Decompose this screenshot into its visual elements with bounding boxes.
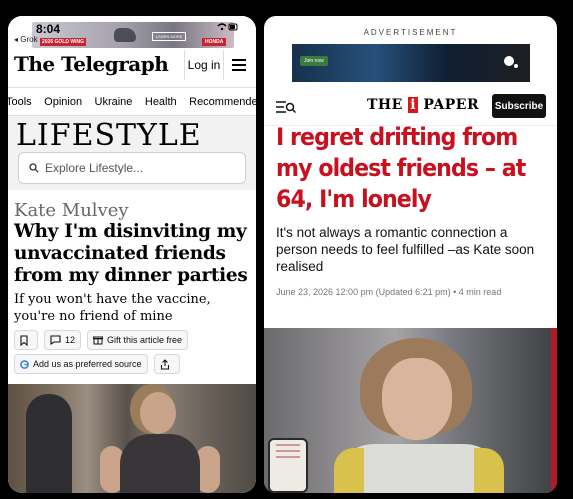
- article-actions: 12 Gift this article free: [14, 330, 189, 350]
- section-nav: Tools Opinion Ukraine Health Recommended: [8, 88, 256, 116]
- read-time: 4 min read: [458, 287, 502, 297]
- gift-article-button[interactable]: Gift this article free: [87, 330, 189, 350]
- gift-icon: [93, 336, 104, 345]
- ipaper-panel: ADVERTISEMENT Join now THE i PAPER Subsc…: [264, 16, 557, 493]
- telegraph-logo[interactable]: The Telegraph: [14, 52, 169, 76]
- article-actions-secondary: Add us as preferred source: [14, 354, 180, 374]
- google-icon: [20, 359, 29, 369]
- motorcycle-image: [114, 28, 136, 42]
- wifi-icon: [216, 22, 238, 35]
- ad-tag: 2026 GOLD WING: [40, 38, 86, 46]
- article-standfirst: It's not always a romantic connection a …: [276, 225, 535, 274]
- ad-join-button[interactable]: Join now: [300, 56, 328, 66]
- preferred-source-button[interactable]: Add us as preferred source: [14, 354, 148, 374]
- article-meta: June 23, 2026 12:00 pm (Updated 6:21 pm)…: [276, 287, 502, 297]
- phone-illustration: [268, 438, 308, 493]
- article-photo: [264, 328, 557, 493]
- comments-button[interactable]: 12: [44, 330, 82, 350]
- author-name[interactable]: Kate Mulvey: [14, 200, 129, 221]
- search-placeholder: Explore Lifestyle...: [45, 161, 144, 175]
- bookmark-button[interactable]: [14, 330, 38, 350]
- subscribe-button[interactable]: Subscribe: [492, 94, 546, 118]
- status-bar: 2026 GOLD WING LEARN MORE HONDA 8:04 ◂ G…: [8, 16, 256, 50]
- search-icon: [29, 163, 39, 173]
- ipaper-logo[interactable]: THE i PAPER: [367, 97, 479, 113]
- article-photo: [8, 384, 256, 493]
- menu-search-icon[interactable]: [276, 100, 296, 114]
- article-headline: I regret drifting from my oldest friends…: [276, 123, 526, 213]
- section-title: LIFESTYLE: [16, 118, 202, 153]
- share-icon: [160, 358, 169, 370]
- preferred-source-label: Add us as preferred source: [33, 359, 142, 369]
- comment-count: 12: [65, 335, 76, 345]
- advertisement-label: ADVERTISEMENT: [363, 28, 458, 37]
- status-time: 8:04: [36, 22, 61, 36]
- nav-item-ukraine[interactable]: Ukraine: [95, 88, 133, 115]
- ipaper-header: THE i PAPER Subscribe: [264, 88, 557, 126]
- lifestyle-section-header: LIFESTYLE Explore Lifestyle...: [8, 116, 256, 190]
- publish-date: June 23, 2026 12:00 pm (Updated 6:21 pm): [276, 287, 451, 297]
- nav-item-health[interactable]: Health: [145, 88, 177, 115]
- honda-ad-banner[interactable]: 2026 GOLD WING LEARN MORE HONDA: [32, 22, 234, 48]
- article-headline: Why I'm disinviting my unvaccinated frie…: [14, 221, 248, 286]
- ad-learn-more-button[interactable]: LEARN MORE: [152, 32, 187, 41]
- nav-item-recommended[interactable]: Recommended: [189, 88, 256, 115]
- hamburger-menu-icon[interactable]: [232, 59, 246, 71]
- nav-item-opinion[interactable]: Opinion: [44, 88, 82, 115]
- ad-logo-icon: [504, 56, 514, 66]
- gift-label: Gift this article free: [107, 335, 183, 345]
- article-standfirst: If you won't have the vaccine, you're no…: [14, 292, 211, 324]
- nav-item-tools[interactable]: Tools: [8, 88, 32, 115]
- share-button[interactable]: [153, 354, 180, 374]
- ad-logo-dot-icon: [514, 64, 518, 68]
- login-button[interactable]: Log in: [184, 50, 224, 80]
- ad-brand-logo: HONDA: [202, 38, 227, 46]
- telegraph-header: The Telegraph Log in: [8, 50, 256, 88]
- bookmark-icon: [20, 334, 28, 346]
- advertisement-banner[interactable]: Join now: [292, 44, 530, 82]
- search-input[interactable]: Explore Lifestyle...: [18, 152, 246, 184]
- comment-icon: [50, 335, 61, 345]
- telegraph-panel: 2026 GOLD WING LEARN MORE HONDA 8:04 ◂ G…: [8, 16, 256, 493]
- back-to-app-link[interactable]: ◂ Grok: [14, 35, 38, 44]
